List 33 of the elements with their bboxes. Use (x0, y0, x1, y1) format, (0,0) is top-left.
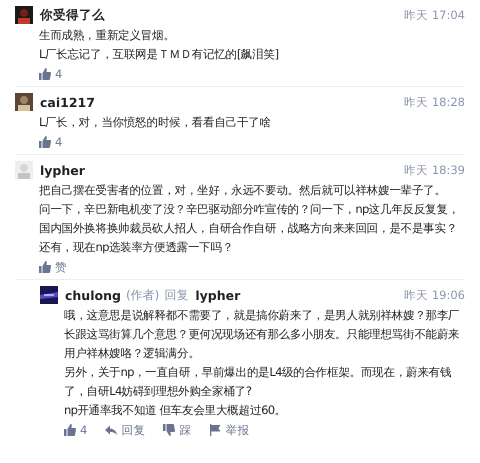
reply-label: 回复 (164, 286, 188, 304)
reply-arrow-icon (105, 424, 118, 436)
comment-text: 问一下，辛巴新电机变了没？辛巴驱动部分咋宣传的？问一下，np这几年反反复复，国内国外换将换帅裁员砍人招人，自研合作自研，战略方向来来回回，是不是事实？还有，现在np选装率方便透露一下吗？ (39, 201, 460, 256)
like-button[interactable]: 赞 (39, 260, 67, 274)
like-button[interactable]: 4 (39, 135, 62, 149)
comment-text: 哦，这意思是说解释都不需要了，就是搞你蔚来了，是男人就别祥林嫂？那李厂长跟这骂街算几个意思？更何况现场还有那么多小朋友。只能理想骂街不能蔚来用户祥林嫂咯？逻辑满分。 (64, 307, 461, 362)
comment-text: 把自己摆在受害者的位置，对，坐好，永远不要动。然后就可以祥林嫂一辈子了。 (39, 182, 447, 199)
author-name[interactable]: cai1217 (40, 94, 95, 110)
comment-text: L厂长，对，当你愤怒的时候，看看自己干了啥 (39, 114, 272, 131)
thumbs-up-icon (39, 136, 51, 148)
comment-text: L厂长忘记了，互联网是ＴＭＤ有记忆的[飙泪笑] (39, 46, 280, 63)
thumbs-up-icon (39, 261, 51, 273)
comment-time: 昨天 18:28 (404, 94, 465, 110)
flag-icon (209, 424, 222, 436)
like-button[interactable]: 4 (39, 67, 62, 81)
comment-text: 另外，关于np，一直自研，早前爆出的是L4级的合作框架。而现在，蔚来有钱了，自研L4妨碍到理想外购全家桶了? (64, 364, 452, 400)
comment-time: 昨天 17:04 (404, 8, 465, 22)
comment-text: np开通率我不知道 但车友会里大概超过60。 (64, 402, 287, 419)
like-button[interactable]: 4 (64, 423, 88, 437)
thumbs-up-icon (64, 424, 76, 436)
author-tag: (作者) (126, 286, 160, 304)
dislike-button[interactable]: 踩 (163, 422, 192, 438)
comment-text: 生而成熟，重新定义冒烟。 (39, 27, 176, 44)
author-name[interactable]: 你受得了么 (40, 6, 105, 24)
thumbs-down-icon (163, 424, 176, 436)
thumbs-up-icon (39, 68, 51, 80)
reply-button[interactable]: 回复 (105, 422, 146, 438)
author-name[interactable]: lypher (40, 162, 85, 178)
comment-time: 昨天 19:06 (404, 288, 465, 302)
author-name[interactable]: chulong (65, 288, 121, 302)
report-button[interactable]: 举报 (209, 422, 250, 438)
reply-to-name[interactable]: lypher (195, 288, 240, 302)
comment-time: 昨天 18:39 (404, 162, 465, 178)
